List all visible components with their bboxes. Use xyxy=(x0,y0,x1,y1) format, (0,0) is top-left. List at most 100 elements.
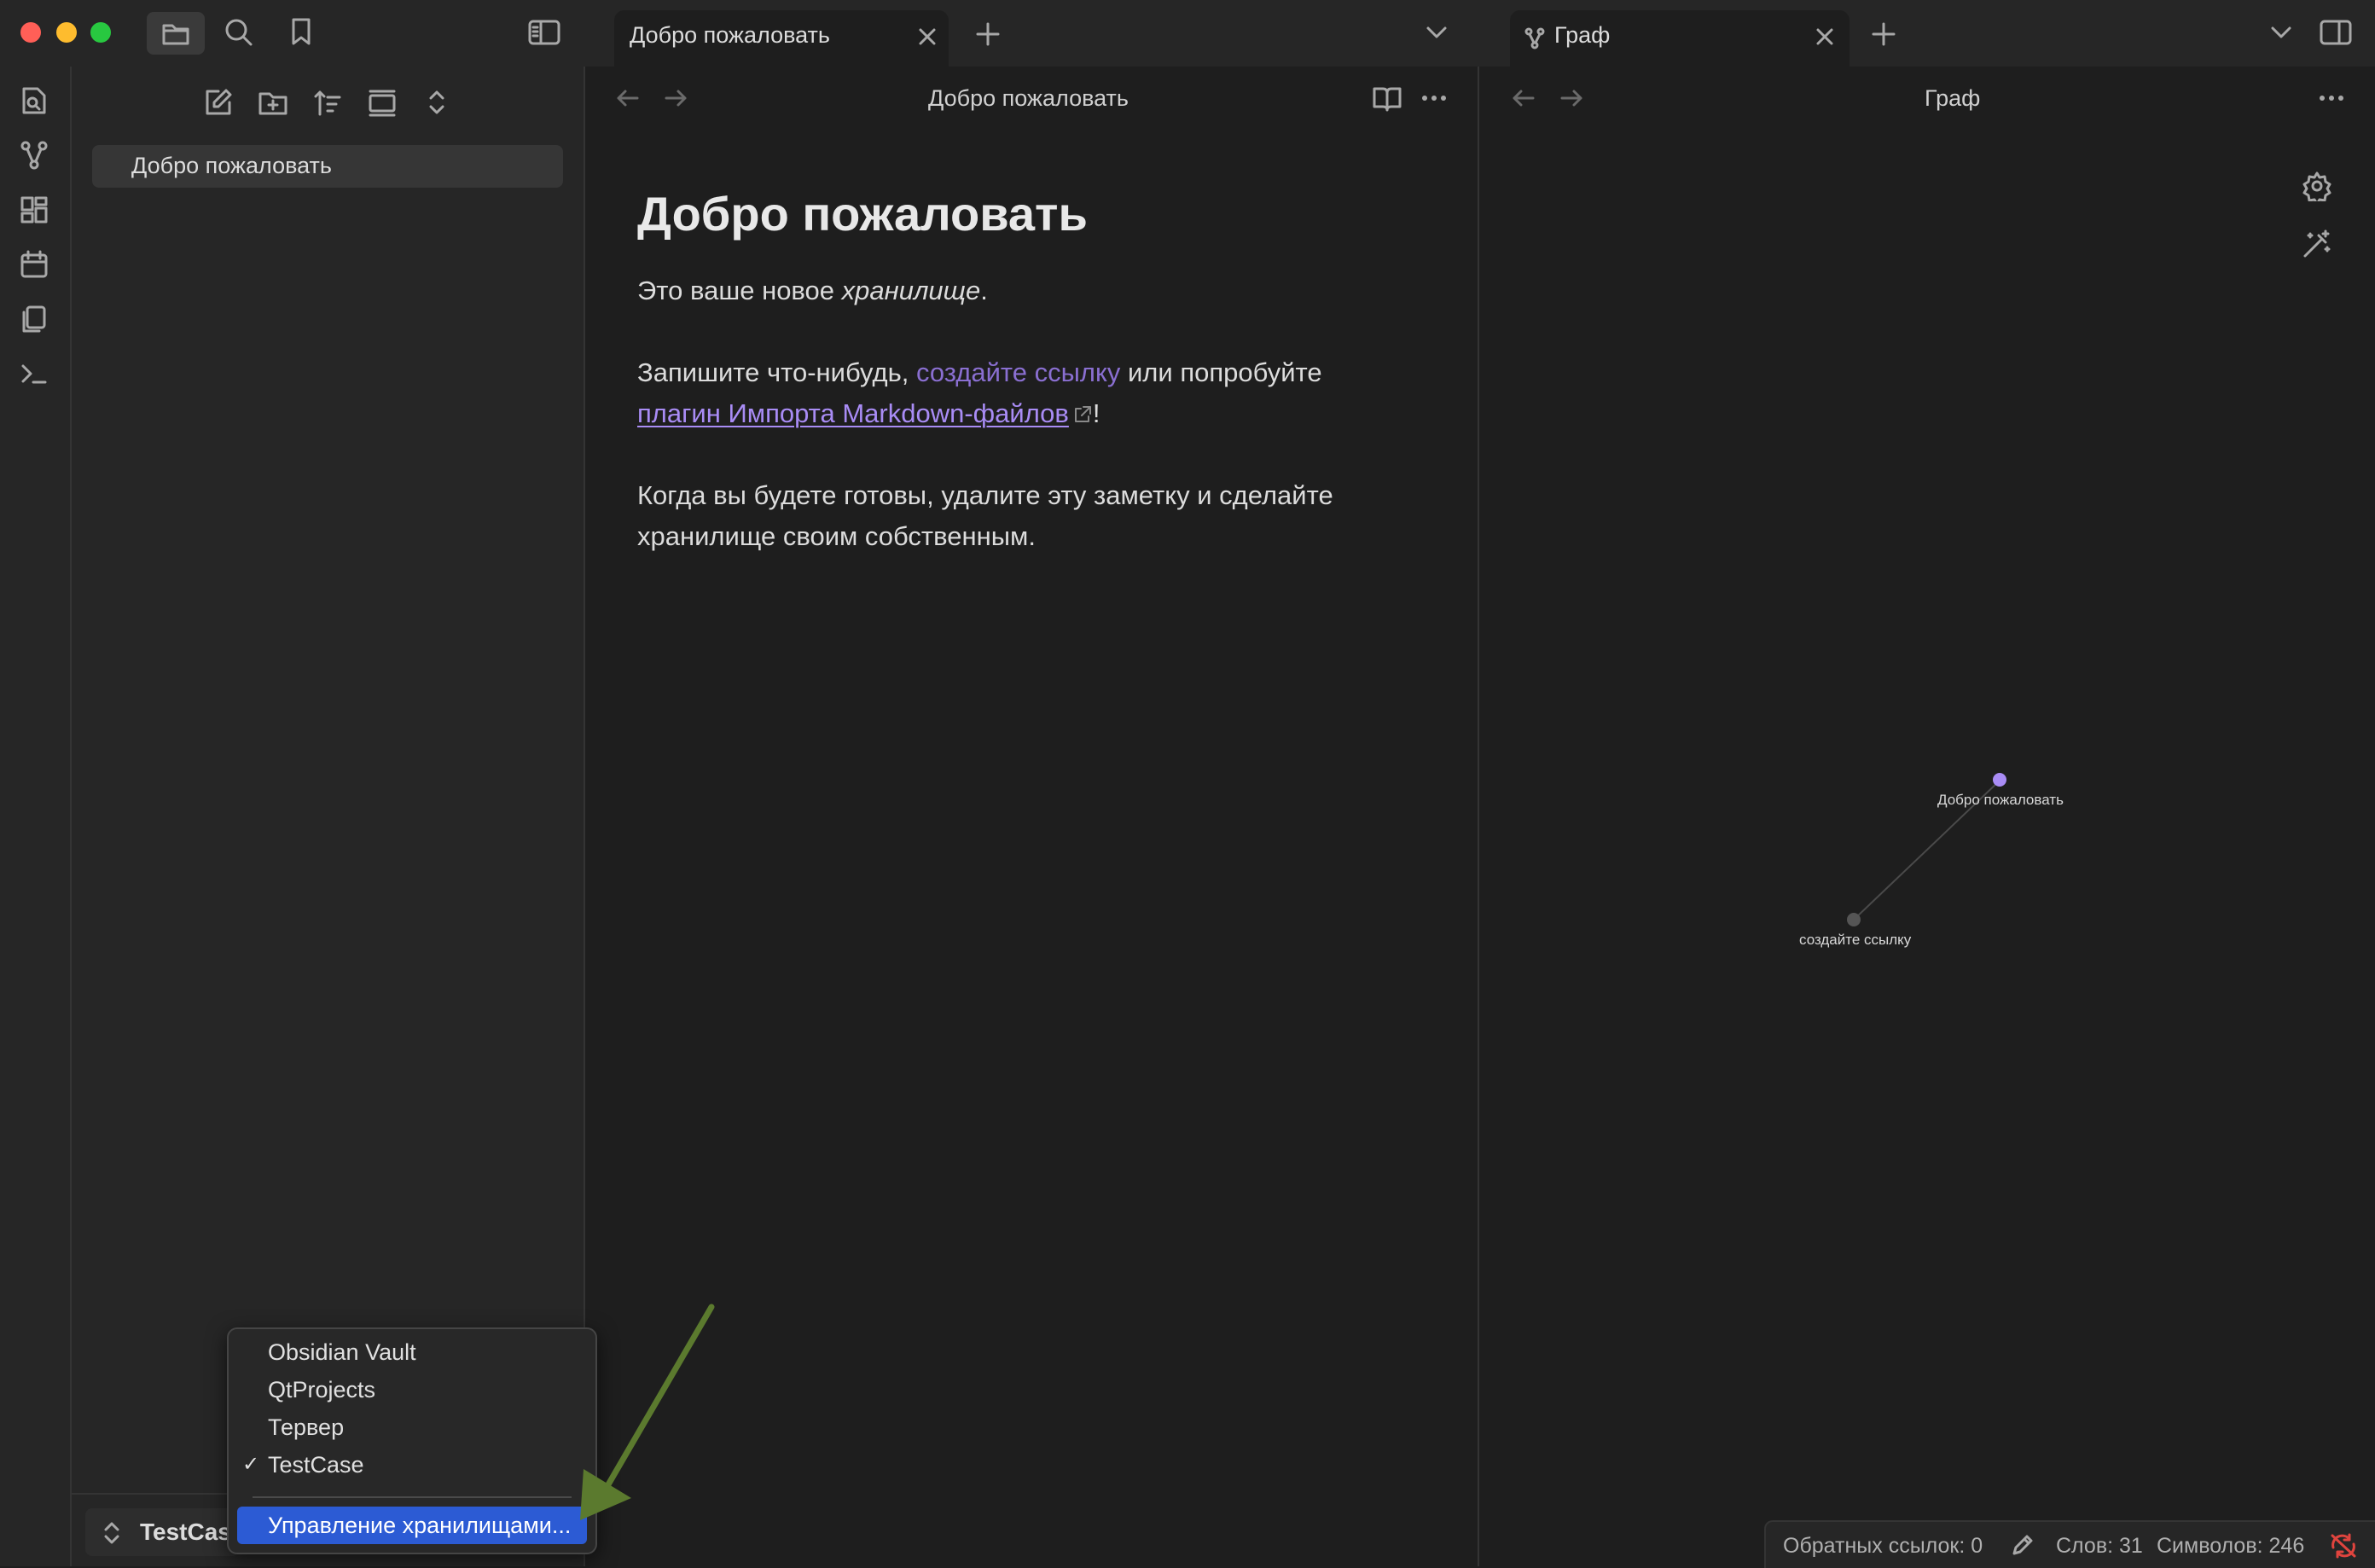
paragraph-1: Это ваше новое хранилище. xyxy=(637,270,988,311)
open-command-palette-button[interactable] xyxy=(19,358,49,389)
graph-node-create-link-label: создайте ссылку xyxy=(1799,932,1912,948)
backlinks-count[interactable]: Обратных ссылок: 0 xyxy=(1783,1534,1983,1559)
vault-name: TestCase xyxy=(140,1519,239,1545)
vault-menu: Obsidian Vault QtProjects Тервер ✓ TestC… xyxy=(227,1327,597,1554)
manage-vaults-label: Управление хранилищами... xyxy=(268,1513,572,1538)
arrow-left-icon xyxy=(617,90,639,107)
tab-welcome[interactable]: Добро пожаловать xyxy=(614,10,949,67)
chevron-down-icon xyxy=(1426,26,1447,38)
nav-back-button[interactable] xyxy=(614,85,642,111)
status-bar: Обратных ссылок: 0 Слов: 31 Символов: 24… xyxy=(1764,1520,2375,1568)
paragraph-2-text-after: или попробуйте xyxy=(1120,357,1322,387)
new-tab-button-right[interactable] xyxy=(1870,20,1897,48)
sort-button[interactable] xyxy=(312,87,343,118)
graph-canvas xyxy=(1847,773,2006,926)
sync-off-icon[interactable] xyxy=(2329,1532,2358,1559)
terminal-icon xyxy=(21,364,47,384)
bookmarks-button[interactable] xyxy=(288,17,314,46)
copy-icon xyxy=(22,305,46,333)
file-item-label: Добро пожаловать xyxy=(131,153,332,178)
annotation-arrow xyxy=(580,1304,715,1520)
check-icon: ✓ xyxy=(242,1453,260,1476)
open-quick-switcher-button[interactable] xyxy=(19,85,49,116)
arrow-right-icon xyxy=(665,90,687,107)
vault-menu-item-testcase[interactable]: TestCase xyxy=(268,1452,364,1478)
file-item-welcome[interactable]: Добро пожаловать xyxy=(92,145,563,188)
graph-node-create-link[interactable] xyxy=(1847,913,1861,926)
close-tab-icon[interactable] xyxy=(1814,26,1836,48)
paragraph-2-line-2: плагин Импорта Markdown-файлов! xyxy=(637,393,1100,434)
close-tab-icon[interactable] xyxy=(916,26,938,48)
title-bar xyxy=(0,0,2375,67)
vault-menu-item-terver[interactable]: Тервер xyxy=(268,1414,344,1441)
vault-switcher[interactable]: TestCase xyxy=(85,1508,239,1556)
close-window-button[interactable] xyxy=(20,22,41,43)
plus-icon xyxy=(1872,22,1896,46)
open-graph-view-button[interactable] xyxy=(19,140,49,171)
vault-menu-item-qtprojects[interactable]: QtProjects xyxy=(268,1377,375,1403)
pencil-icon[interactable] xyxy=(2010,1534,2035,1558)
tab-list-button[interactable] xyxy=(1423,22,1450,43)
graph-node-welcome[interactable] xyxy=(1993,773,2006,787)
word-count: Слов: 31 xyxy=(2056,1534,2143,1558)
tab-list-button-right[interactable] xyxy=(2268,22,2295,43)
folder-plus-icon xyxy=(258,92,287,115)
paragraph-3-line-2: хранилище своим собственным. xyxy=(637,521,1036,551)
toggle-right-sidebar-button[interactable] xyxy=(2319,19,2353,46)
more-options-button[interactable] xyxy=(1420,84,1449,113)
collapse-all-button[interactable] xyxy=(421,87,452,118)
search-button[interactable] xyxy=(224,17,254,48)
book-open-icon xyxy=(1373,87,1402,112)
internal-link[interactable]: создайте ссылку xyxy=(916,357,1120,387)
chevrons-up-down-icon xyxy=(104,1522,119,1544)
document-heading: Добро пожаловать xyxy=(637,187,1088,241)
paragraph-2-text: Запишите что-нибудь, xyxy=(637,357,916,387)
paragraph-1-italic: хранилище xyxy=(841,276,981,305)
paragraph-1-text: Это ваше новое xyxy=(637,276,842,305)
ribbon xyxy=(0,67,72,1566)
sort-icon xyxy=(314,90,341,116)
chevron-down-icon xyxy=(2271,26,2291,38)
toggle-left-sidebar-button[interactable] xyxy=(527,19,561,46)
paragraph-3-line-1: Когда вы будете готовы, удалите эту заме… xyxy=(637,480,1333,510)
open-daily-note-button[interactable] xyxy=(19,249,49,280)
manage-vaults-menu-item[interactable]: Управление хранилищами... xyxy=(237,1507,587,1544)
menu-separator xyxy=(253,1496,572,1498)
char-count: Символов: 246 xyxy=(2157,1534,2305,1558)
minimize-window-button[interactable] xyxy=(56,22,77,43)
nav-forward-button[interactable] xyxy=(662,85,689,111)
calendar-icon xyxy=(20,250,48,278)
tab-graph-label: Граф xyxy=(1554,22,1611,48)
chevrons-up-down-icon xyxy=(429,90,444,114)
bookmark-icon xyxy=(292,18,311,45)
layout-dashboard-icon xyxy=(20,196,48,224)
reveal-icon xyxy=(369,90,396,117)
search-icon xyxy=(225,19,253,46)
new-folder-button[interactable] xyxy=(258,87,288,118)
graph-icon xyxy=(1524,27,1545,49)
paragraph-1-end: . xyxy=(980,276,988,305)
external-link[interactable]: плагин Импорта Markdown-файлов xyxy=(637,398,1069,428)
paragraph-2-end: ! xyxy=(1092,398,1100,428)
external-link-icon xyxy=(1074,406,1091,422)
more-horizontal-icon xyxy=(1422,96,1446,101)
paragraph-2-line-1: Запишите что-нибудь, создайте ссылку или… xyxy=(637,352,1322,393)
graph-icon xyxy=(20,141,48,170)
auto-reveal-button[interactable] xyxy=(367,87,398,118)
reading-view-button[interactable] xyxy=(1372,84,1402,113)
graph-node-welcome-label: Добро пожаловать xyxy=(1937,792,2064,808)
new-note-button[interactable] xyxy=(203,87,234,118)
plus-icon xyxy=(976,22,1000,46)
files-view-button[interactable] xyxy=(147,12,205,55)
tab-graph[interactable]: Граф xyxy=(1510,10,1849,67)
zoom-window-button[interactable] xyxy=(90,22,111,43)
new-tab-button[interactable] xyxy=(974,20,1002,48)
editor-view-title: Добро пожаловать xyxy=(928,85,1129,111)
file-search-icon xyxy=(22,87,46,114)
open-canvas-button[interactable] xyxy=(19,195,49,225)
sidebar-right-icon xyxy=(2320,20,2352,45)
sidebar-left-icon xyxy=(528,20,560,45)
insert-template-button[interactable] xyxy=(19,304,49,334)
edit-icon xyxy=(206,89,232,115)
vault-menu-item-obsidian-vault[interactable]: Obsidian Vault xyxy=(268,1339,416,1366)
